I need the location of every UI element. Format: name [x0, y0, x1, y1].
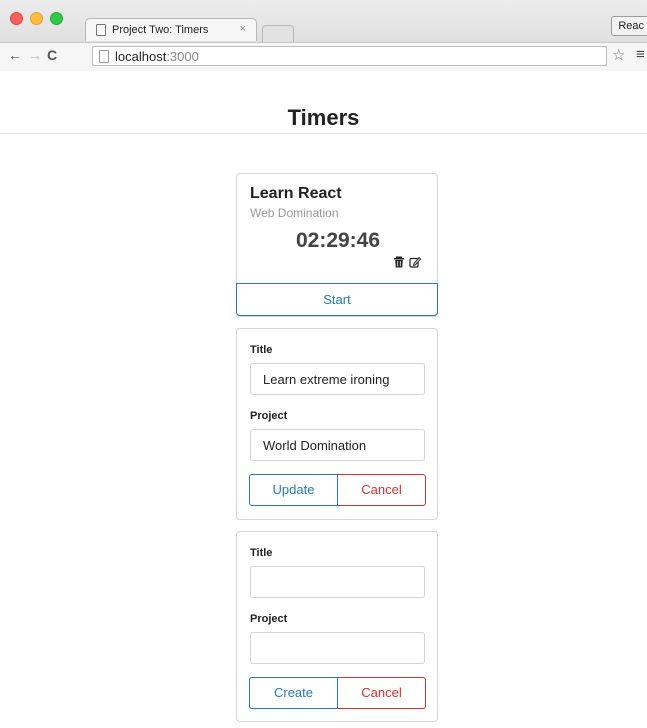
- project-input[interactable]: [250, 429, 425, 461]
- project-input[interactable]: [250, 632, 425, 664]
- zoom-window-button[interactable]: [50, 12, 63, 25]
- create-form-actions: Create Cancel: [249, 677, 426, 709]
- project-field-label: Project: [250, 410, 288, 422]
- title-input[interactable]: [250, 566, 425, 598]
- tab-close-icon[interactable]: ×: [240, 23, 246, 35]
- timer-title: Learn React: [250, 185, 342, 202]
- close-window-button[interactable]: [10, 12, 23, 25]
- cancel-button[interactable]: Cancel: [338, 677, 426, 709]
- browser-chrome: Project Two: Timers × Reac ← → C localho…: [0, 0, 647, 71]
- url-host: localhost: [115, 48, 167, 64]
- back-arrow-icon[interactable]: ←: [8, 47, 22, 63]
- forward-arrow-icon[interactable]: →: [28, 47, 42, 63]
- timer-actions: [393, 256, 421, 268]
- react-extension-button[interactable]: Reac: [611, 16, 647, 36]
- hamburger-menu-icon[interactable]: ≡: [636, 46, 645, 63]
- browser-tab-active[interactable]: Project Two: Timers ×: [85, 18, 257, 41]
- page-header: Timers: [0, 71, 647, 134]
- window-controls: [10, 12, 63, 25]
- cancel-button[interactable]: Cancel: [338, 474, 426, 506]
- page-icon: [99, 49, 109, 63]
- title-field-label: Title: [250, 547, 273, 559]
- timer-card: Learn React Web Domination 02:29:46 Star…: [236, 173, 438, 317]
- create-button[interactable]: Create: [249, 677, 338, 709]
- start-button[interactable]: Start: [236, 283, 438, 316]
- bookmark-star-icon[interactable]: ☆: [612, 46, 625, 64]
- create-timer-form: Title Project Create Cancel: [236, 531, 438, 722]
- project-field-label: Project: [250, 613, 288, 625]
- page-title: Timers: [287, 105, 360, 130]
- url-port: :3000: [166, 48, 199, 64]
- update-button[interactable]: Update: [249, 474, 338, 506]
- timer-elapsed: 02:29:46: [295, 229, 381, 252]
- title-input[interactable]: [250, 363, 425, 395]
- minimize-window-button[interactable]: [30, 12, 43, 25]
- edit-timer-form: Title Project Update Cancel: [236, 328, 438, 520]
- edit-icon[interactable]: [409, 256, 421, 268]
- edit-form-actions: Update Cancel: [249, 474, 426, 506]
- title-field-label: Title: [250, 344, 273, 356]
- page-icon: [96, 24, 106, 36]
- browser-toolbar: ← → C localhost:3000 ☆ ≡: [0, 42, 647, 71]
- reload-icon[interactable]: C: [47, 47, 57, 63]
- new-tab-button[interactable]: [262, 25, 294, 42]
- trash-icon[interactable]: [393, 256, 405, 268]
- timer-project: Web Domination: [250, 206, 339, 220]
- address-bar[interactable]: localhost:3000: [92, 46, 607, 66]
- tab-title: Project Two: Timers: [112, 24, 209, 36]
